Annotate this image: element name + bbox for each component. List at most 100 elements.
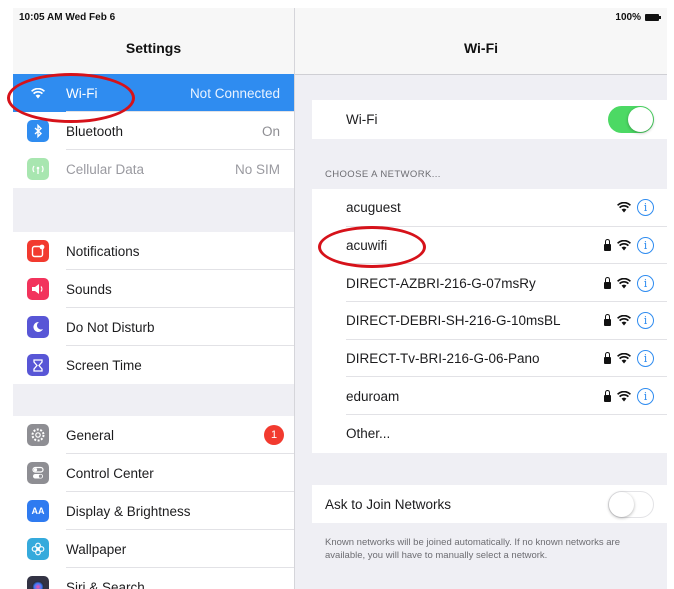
network-row-acuwifi[interactable]: acuwifi i — [312, 227, 667, 265]
display-icon: AA — [27, 500, 49, 522]
network-icons: i — [604, 274, 654, 292]
settings-group: Notifications Sounds Do Not Disturb Screen … — [13, 232, 294, 384]
settings-item-label: Screen Time — [66, 357, 142, 373]
settings-item-value: On — [261, 123, 280, 139]
wifi-signal-icon — [617, 390, 631, 402]
settings-item-bluetooth[interactable]: Bluetooth On — [13, 112, 294, 150]
settings-item-label: Do Not Disturb — [66, 319, 155, 335]
settings-item-label: Notifications — [66, 243, 140, 259]
network-name: DIRECT-AZBRI-216-G-07msRy — [346, 275, 536, 291]
settings-item-value: No SIM — [234, 161, 280, 177]
network-icons: i — [617, 199, 654, 217]
settings-item-label: General — [66, 427, 115, 443]
settings-item-do-not-disturb[interactable]: Do Not Disturb — [13, 308, 294, 346]
wifi-signal-icon — [617, 353, 631, 364]
settings-item-siri-search[interactable]: Siri & Search — [13, 568, 294, 589]
network-name: acuwifi — [346, 238, 388, 254]
network-name: acuguest — [346, 200, 401, 216]
wifi-panel: Wi-Fi Wi-Fi CHOOSE A NETWORK... acuguest… — [295, 8, 667, 589]
network-icons: i — [604, 387, 654, 405]
settings-item-label: Sounds — [66, 281, 112, 297]
toggle-knob — [628, 107, 653, 132]
ipad-screen: Settings Wi-Fi Not Connected Bluetooth On Ce… — [13, 8, 667, 589]
lock-icon — [604, 389, 611, 402]
settings-item-label: Control Center — [66, 465, 154, 481]
battery-indicator: 100% — [615, 12, 661, 23]
info-icon[interactable]: i — [637, 387, 654, 405]
network-row-acuguest[interactable]: acuguest i — [312, 189, 667, 227]
wifi-signal-icon — [617, 277, 631, 289]
status-time: 10:05 AM Wed Feb 6 — [19, 12, 116, 23]
lock-icon — [604, 276, 611, 289]
lock-icon — [604, 239, 611, 252]
hourglass-icon — [27, 354, 49, 376]
network-list: acuguest i acuwifi i DIRECT-AZBRI-216-G-07ms… — [312, 189, 667, 453]
flower-icon — [27, 538, 49, 560]
lock-icon — [604, 314, 611, 327]
settings-group: Wi-Fi Not Connected Bluetooth On Cellular Da… — [13, 74, 294, 188]
ask-join-label: Ask to Join Networks — [325, 496, 452, 512]
choose-network-header: CHOOSE A NETWORK... — [325, 169, 441, 180]
settings-item-label: Wallpaper — [66, 541, 127, 557]
battery-icon — [645, 14, 661, 21]
settings-title: Settings — [125, 40, 182, 56]
network-icons: i — [604, 237, 654, 255]
ask-join-footnote: Known networks will be joined automatica… — [325, 537, 620, 561]
wifi-signal-icon — [617, 240, 631, 251]
network-name: DIRECT-Tv-BRI-216-G-06-Pano — [346, 351, 540, 367]
network-icons: i — [604, 312, 654, 330]
siri-icon — [27, 576, 49, 589]
other-network-label: Other... — [346, 426, 391, 442]
info-icon[interactable]: i — [637, 350, 654, 368]
cellular-icon — [27, 158, 49, 180]
moon-icon — [27, 316, 49, 338]
network-name: eduroam — [346, 388, 400, 404]
toggle-knob — [609, 491, 634, 517]
ask-join-card: Ask to Join Networks — [312, 485, 667, 523]
info-icon[interactable]: i — [637, 312, 654, 330]
status-bar: 10:05 AM Wed Feb 6 100% — [13, 8, 667, 28]
wifi-toggle-card: Wi-Fi — [312, 100, 667, 139]
gear-icon — [27, 424, 49, 446]
network-row-direct-debri-sh-216-g-10msbl[interactable]: DIRECT-DEBRI-SH-216-G-10msBL i — [312, 302, 667, 340]
network-icons: i — [604, 350, 654, 368]
settings-item-control-center[interactable]: Control Center — [13, 454, 294, 492]
wifi-signal-icon — [617, 202, 631, 213]
lock-icon — [604, 352, 611, 365]
ask-join-toggle[interactable] — [608, 490, 654, 518]
info-icon[interactable]: i — [637, 274, 654, 292]
network-row-direct-tv-bri-216-g-06-pano[interactable]: DIRECT-Tv-BRI-216-G-06-Pano i — [312, 340, 667, 378]
wifi-toggle-label: Wi-Fi — [346, 112, 378, 127]
ask-join-row[interactable]: Ask to Join Networks — [312, 485, 667, 523]
settings-item-label: Bluetooth — [66, 123, 124, 139]
settings-item-label: Cellular Data — [66, 161, 145, 177]
wifi-toggle-row[interactable]: Wi-Fi — [312, 100, 667, 139]
settings-item-wi-fi[interactable]: Wi-Fi Not Connected — [13, 74, 294, 112]
settings-item-wallpaper[interactable]: Wallpaper — [13, 530, 294, 568]
wifi-toggle[interactable] — [608, 106, 654, 133]
info-icon[interactable]: i — [637, 237, 654, 255]
battery-percent: 100% — [615, 12, 641, 23]
wifi-title: Wi-Fi — [463, 40, 499, 56]
other-network-row[interactable]: Other... — [312, 415, 667, 453]
settings-item-screen-time[interactable]: Screen Time — [13, 346, 294, 384]
settings-item-display-brightness[interactable]: AA Display & Brightness — [13, 492, 294, 530]
settings-item-label: Wi-Fi — [66, 85, 98, 101]
settings-item-label: Display & Brightness — [66, 503, 191, 519]
settings-item-sounds[interactable]: Sounds — [13, 270, 294, 308]
network-name: DIRECT-DEBRI-SH-216-G-10msBL — [346, 313, 561, 329]
network-row-direct-azbri-216-g-07msry[interactable]: DIRECT-AZBRI-216-G-07msRy i — [312, 264, 667, 302]
sounds-icon — [27, 278, 49, 300]
settings-item-general[interactable]: General 1 — [13, 416, 294, 454]
settings-item-notifications[interactable]: Notifications — [13, 232, 294, 270]
wifi-icon — [27, 82, 49, 104]
wifi-signal-icon — [617, 315, 631, 326]
info-icon[interactable]: i — [637, 199, 654, 217]
bluetooth-icon — [27, 120, 49, 142]
settings-panel: Settings Wi-Fi Not Connected Bluetooth On Ce… — [13, 8, 295, 589]
settings-item-value: Not Connected — [189, 85, 280, 101]
settings-item-label: Siri & Search — [66, 579, 145, 589]
settings-item-cellular-data[interactable]: Cellular Data No SIM — [13, 150, 294, 188]
toggles-icon — [27, 462, 49, 484]
network-row-eduroam[interactable]: eduroam i — [312, 377, 667, 415]
